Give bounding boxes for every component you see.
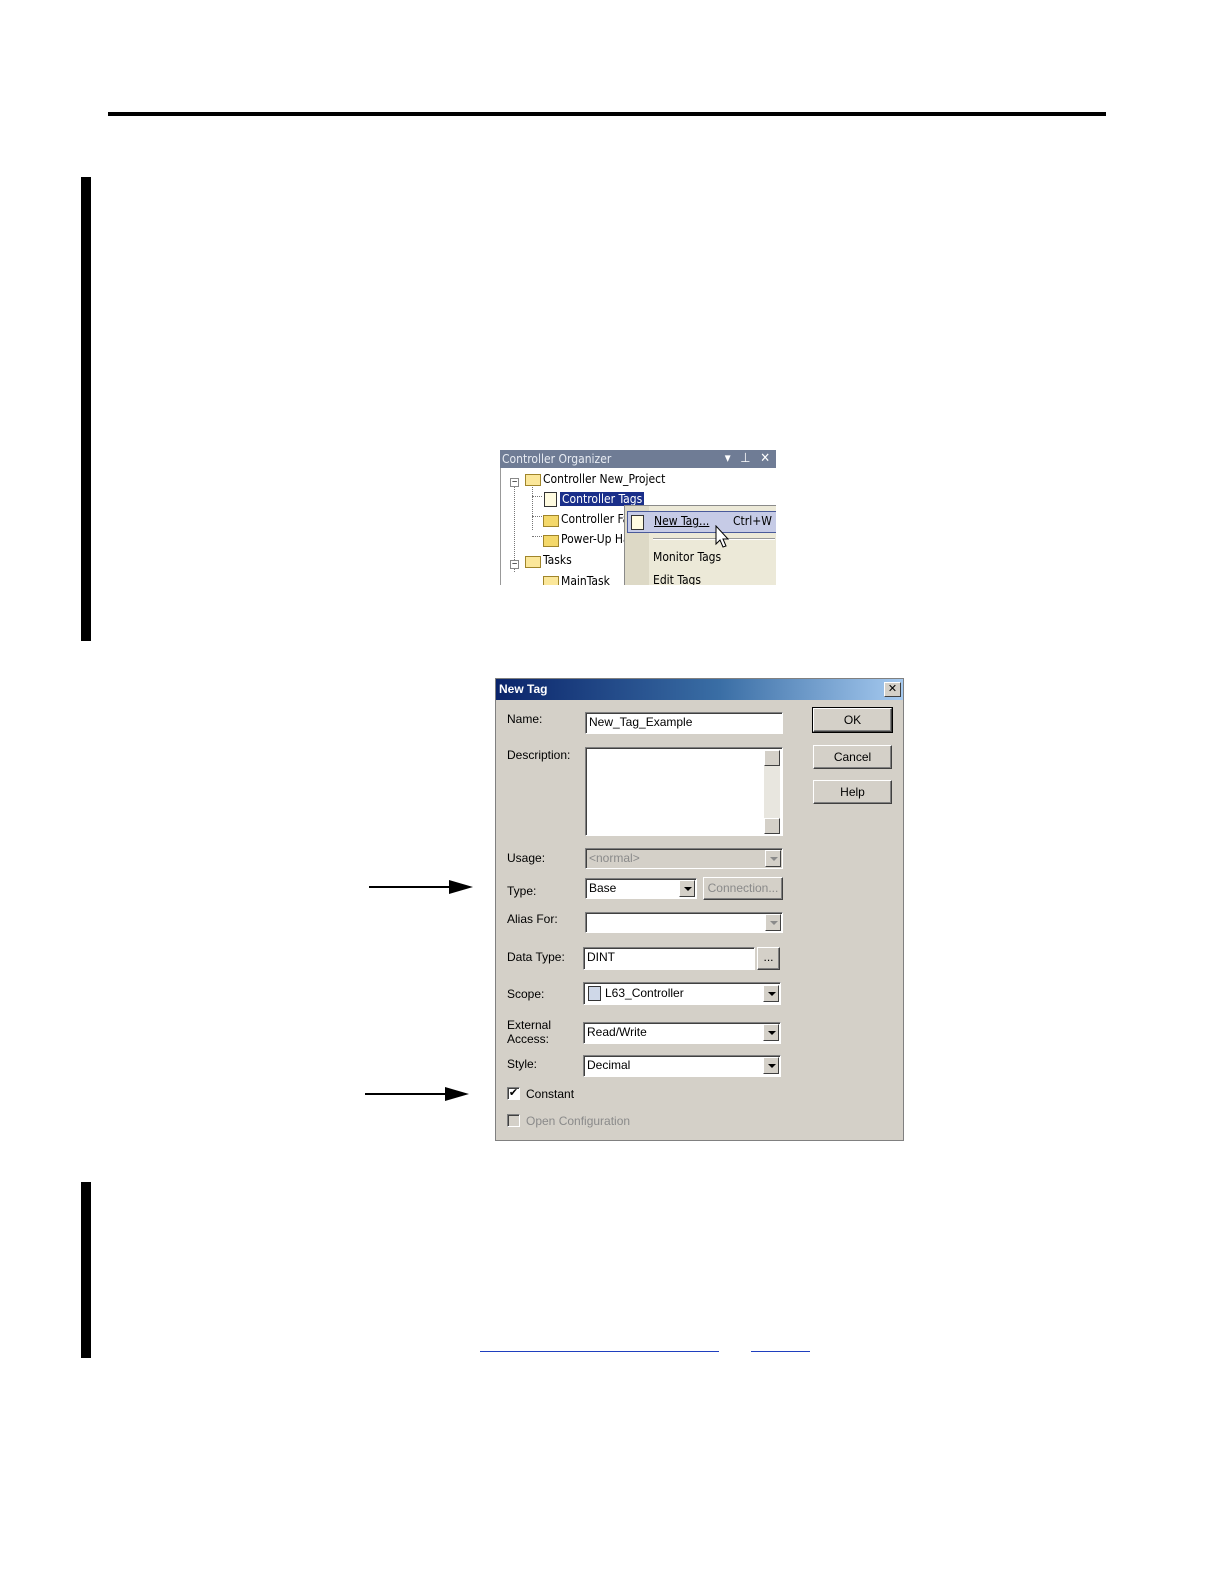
tree-item-main-task[interactable]: MainTask bbox=[561, 572, 610, 585]
folder-open-icon bbox=[525, 556, 541, 568]
tree-item-label: Controller Tags bbox=[560, 492, 645, 506]
callout-arrow-line bbox=[369, 886, 451, 888]
style-dropdown-icon[interactable] bbox=[763, 1057, 779, 1074]
folder-open-icon bbox=[525, 474, 541, 486]
mouse-cursor-icon bbox=[715, 525, 730, 548]
organizer-title-bar: Controller Organizer ▾ ⊥ ✕ bbox=[500, 450, 776, 468]
tree-item-controller[interactable]: Controller New_Project bbox=[543, 470, 665, 488]
browse-data-type-button[interactable]: ... bbox=[757, 947, 780, 970]
constant-checkbox[interactable]: ✔ bbox=[507, 1087, 520, 1100]
cancel-button[interactable]: Cancel bbox=[813, 745, 892, 769]
callout-arrow-line bbox=[365, 1093, 447, 1095]
type-dropdown-icon[interactable] bbox=[679, 880, 695, 897]
open-configuration-checkbox bbox=[507, 1114, 520, 1127]
scope-dropdown-icon[interactable] bbox=[763, 985, 779, 1002]
external-access-label: External bbox=[507, 1018, 552, 1032]
folder-open-icon bbox=[543, 576, 559, 585]
alias-for-select[interactable] bbox=[585, 912, 783, 933]
tree-line bbox=[532, 516, 542, 517]
scope-label: Scope: bbox=[507, 987, 545, 1001]
description-label: Description: bbox=[507, 748, 571, 762]
tags-icon bbox=[544, 492, 557, 507]
alias-for-label: Alias For: bbox=[507, 912, 558, 926]
open-configuration-label: Open Configuration bbox=[526, 1114, 631, 1128]
alias-dropdown-icon bbox=[765, 914, 781, 931]
menu-item-label: New Tag... bbox=[654, 514, 710, 528]
folder-icon bbox=[543, 535, 559, 547]
connection-button: Connection... bbox=[703, 877, 783, 900]
collapse-icon[interactable]: − bbox=[510, 560, 519, 569]
usage-label: Usage: bbox=[507, 851, 546, 865]
scope-select[interactable]: L63_Controller bbox=[583, 982, 781, 1005]
menu-item-new-tag[interactable]: New Tag... Ctrl+W bbox=[627, 511, 776, 533]
menu-separator bbox=[653, 538, 775, 540]
usage-dropdown-icon bbox=[765, 850, 781, 867]
description-scrollbar[interactable] bbox=[764, 750, 780, 834]
data-type-label: Data Type: bbox=[507, 950, 565, 964]
external-access-select[interactable]: Read/Write bbox=[583, 1022, 781, 1044]
hyperlink-underline[interactable] bbox=[751, 1351, 810, 1352]
close-button[interactable]: ✕ bbox=[884, 682, 901, 697]
organizer-title: Controller Organizer bbox=[502, 452, 612, 466]
callout-arrow-icon bbox=[449, 880, 473, 894]
dialog-title: New Tag bbox=[499, 682, 548, 696]
style-select[interactable]: Decimal bbox=[583, 1055, 781, 1077]
dialog-title-bar: New Tag ✕ bbox=[496, 679, 903, 700]
type-label: Type: bbox=[507, 884, 537, 898]
ok-button[interactable]: OK bbox=[812, 707, 893, 733]
scroll-up-icon[interactable] bbox=[764, 750, 780, 766]
tree-line bbox=[532, 496, 542, 497]
description-field[interactable] bbox=[585, 747, 783, 836]
collapse-icon[interactable]: − bbox=[510, 478, 519, 487]
style-label: Style: bbox=[507, 1057, 538, 1071]
scroll-down-icon[interactable] bbox=[764, 818, 780, 834]
tree-line bbox=[532, 536, 542, 537]
controller-icon bbox=[588, 986, 601, 1001]
organizer-pin-close-icons[interactable]: ▾ ⊥ ✕ bbox=[725, 451, 773, 466]
tree-item-tasks[interactable]: Tasks bbox=[543, 551, 572, 569]
constant-label: Constant bbox=[526, 1087, 575, 1101]
folder-icon bbox=[543, 515, 559, 527]
hyperlink-underline[interactable] bbox=[480, 1351, 719, 1352]
new-tag-icon bbox=[631, 515, 644, 530]
menu-item-edit-tags[interactable]: Edit Tags bbox=[653, 573, 701, 585]
scope-value: L63_Controller bbox=[605, 986, 684, 1000]
external-access-dropdown-icon[interactable] bbox=[763, 1024, 779, 1041]
controller-organizer-screenshot: Controller Organizer ▾ ⊥ ✕ − Controller … bbox=[500, 450, 776, 585]
callout-arrow-icon bbox=[445, 1087, 469, 1101]
usage-select: <normal> bbox=[585, 848, 783, 869]
data-type-field[interactable]: DINT bbox=[583, 947, 755, 970]
name-label: Name: bbox=[507, 712, 543, 726]
external-access-label: Access: bbox=[507, 1032, 550, 1046]
tree-line bbox=[532, 482, 533, 530]
menu-item-shortcut: Ctrl+W bbox=[733, 514, 772, 528]
header-rule bbox=[108, 112, 1106, 116]
menu-item-monitor-tags[interactable]: Monitor Tags bbox=[653, 550, 721, 564]
new-tag-dialog: New Tag ✕ Name: New_Tag_Example Descript… bbox=[495, 678, 904, 1141]
change-bar bbox=[81, 177, 91, 641]
help-button[interactable]: Help bbox=[813, 780, 892, 804]
context-menu: New Tag... Ctrl+W Monitor Tags Edit Tags bbox=[624, 505, 776, 585]
change-bar bbox=[81, 1182, 91, 1358]
name-field[interactable]: New_Tag_Example bbox=[585, 712, 783, 734]
